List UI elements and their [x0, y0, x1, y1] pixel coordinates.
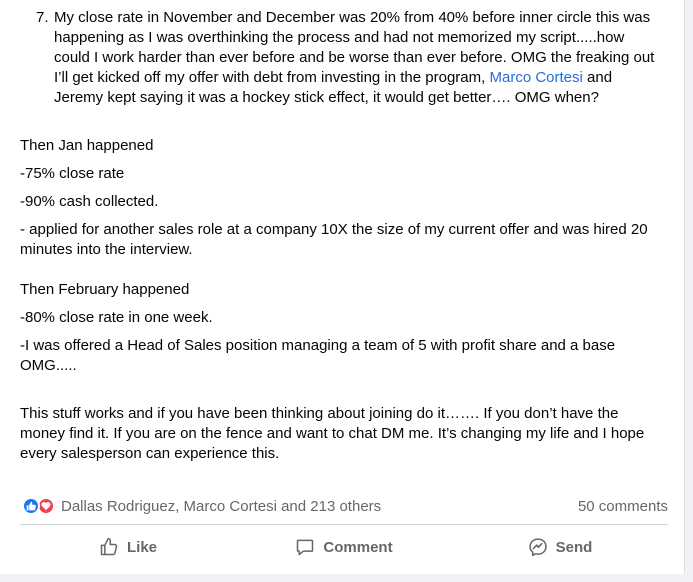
reaction-icons: [22, 497, 55, 515]
post-body: 7. My close rate in November and Decembe…: [20, 8, 660, 464]
send-label: Send: [555, 538, 593, 556]
comment-button[interactable]: Comment: [236, 528, 452, 566]
post-card: 7. My close rate in November and Decembe…: [0, 0, 685, 582]
reaction-summary[interactable]: Dallas Rodriguez, Marco Cortesi and 213 …: [22, 497, 381, 515]
reaction-names[interactable]: Dallas Rodriguez, Marco Cortesi and 213 …: [61, 498, 381, 515]
divider: [20, 524, 668, 525]
jan-close-rate: -75% close rate: [20, 165, 125, 182]
list-item-7: 7. My close rate in November and Decembe…: [20, 8, 660, 108]
page-background-strip: [0, 574, 685, 582]
action-bar: Like Comment Send: [20, 528, 668, 566]
mention-marco-cortesi[interactable]: Marco Cortesi: [489, 69, 582, 86]
jan-heading: Then Jan happened: [20, 137, 154, 154]
thumbs-up-icon: [100, 537, 118, 556]
jan-applied: - applied for another sales role at a co…: [20, 221, 648, 258]
like-label: Like: [126, 538, 157, 556]
comment-icon: [297, 539, 314, 556]
comments-count[interactable]: 50 comments: [578, 498, 668, 515]
reactions-bar: Dallas Rodriguez, Marco Cortesi and 213 …: [22, 495, 668, 517]
feb-close-rate: -80% close rate in one week.: [20, 309, 213, 326]
like-icon: [22, 497, 40, 515]
jan-cash-collected: -90% cash collected.: [20, 193, 159, 210]
comment-label: Comment: [323, 538, 393, 556]
feb-offer: -I was offered a Head of Sales position …: [20, 337, 616, 374]
like-button[interactable]: Like: [20, 528, 236, 566]
send-button[interactable]: Send: [452, 528, 668, 566]
feb-heading: Then February happened: [20, 281, 190, 298]
closing-paragraph: This stuff works and if you have been th…: [20, 405, 645, 462]
list-number: 7.: [36, 9, 49, 26]
messenger-icon: [528, 538, 547, 557]
